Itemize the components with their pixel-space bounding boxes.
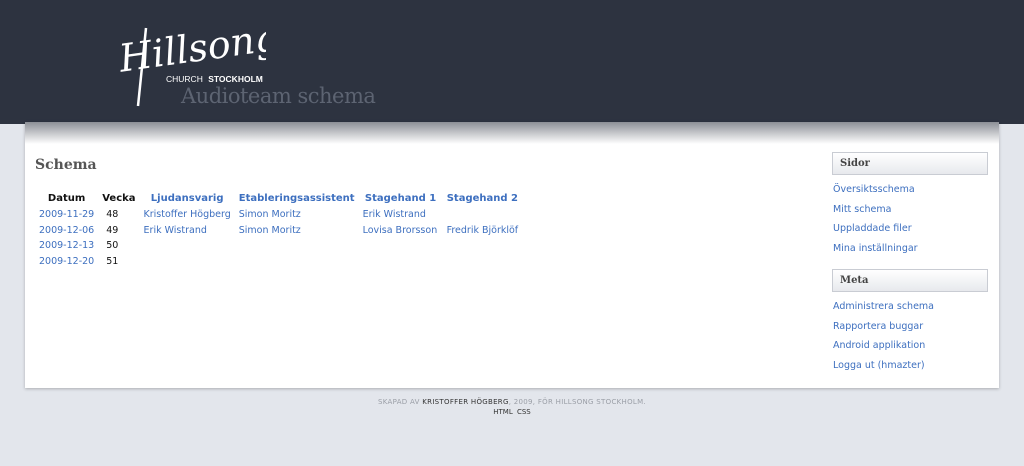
content-box: Schema Datum Vecka Ljudansvarig Etableri… (25, 122, 999, 388)
sidebar-link-rapportera-buggar[interactable]: Rapportera buggar (833, 321, 923, 332)
sidebar-link-logga-ut[interactable]: Logga ut (hmazter) (833, 360, 925, 371)
sidebar-item-mitt-schema: Mitt schema (833, 204, 918, 224)
sidebar-link-oversiktsschema[interactable]: Översiktsschema (833, 184, 915, 195)
table-row: 2009-11-29 48 Kristoffer Högberg Simon M… (35, 207, 522, 223)
footer-suffix: , 2009, för Hillsong Stockholm. (508, 398, 646, 406)
stagehand-2-cell[interactable] (443, 254, 523, 270)
schedule-table: Datum Vecka Ljudansvarig Etableringsassi… (35, 190, 522, 269)
sidebar-meta-heading: Meta (832, 269, 988, 292)
page-title: Schema (35, 157, 97, 173)
sidebar-pages-heading: Sidor (832, 152, 988, 175)
sidebar-item-rapportera-buggar: Rapportera buggar (833, 321, 934, 341)
sidebar-pages-list: Översiktsschema Mitt schema Uppladdade f… (833, 184, 918, 262)
sidebar-item-android-applikation: Android applikation (833, 340, 934, 360)
ljudansvarig-cell[interactable] (140, 254, 235, 270)
table-row: 2009-12-06 49 Erik Wistrand Simon Moritz… (35, 223, 522, 239)
etableringsassistent-cell[interactable]: Simon Moritz (235, 207, 359, 223)
sidebar-item-logga-ut: Logga ut (hmazter) (833, 360, 934, 380)
svg-text:CHURCH STOCKHOLM: CHURCH STOCKHOLM (166, 74, 263, 84)
week-cell: 50 (106, 240, 119, 252)
stagehand-1-cell[interactable]: Erik Wistrand (359, 207, 443, 223)
sidebar-item-mina-installningar: Mina inställningar (833, 243, 918, 263)
stagehand-2-cell[interactable] (443, 207, 523, 223)
column-header-datum: Datum (47, 193, 86, 204)
sidebar-item-administrera-schema: Administrera schema (833, 301, 934, 321)
site-title: Audioteam schema (181, 84, 376, 108)
footer-credit: Skapad av Kristoffer Högberg, 2009, för … (0, 398, 1024, 406)
stagehand-1-cell[interactable]: Lovisa Brorsson (359, 223, 443, 239)
column-header-etableringsassistent[interactable]: Etableringsassistent (235, 190, 359, 207)
column-header-vecka: Vecka (102, 193, 136, 204)
footer-author[interactable]: Kristoffer Högberg (422, 398, 508, 406)
footer-link-css[interactable]: CSS (517, 408, 531, 416)
etableringsassistent-cell[interactable] (235, 238, 359, 254)
ljudansvarig-cell[interactable] (140, 238, 235, 254)
logo-sub-stockholm: STOCKHOLM (208, 74, 263, 84)
sidebar-item-uppladdade-filer: Uppladdade filer (833, 223, 918, 243)
footer-prefix: Skapad av (378, 398, 420, 406)
date-link[interactable]: 2009-12-13 (35, 238, 98, 254)
sidebar-link-mitt-schema[interactable]: Mitt schema (833, 204, 891, 215)
stagehand-1-cell[interactable] (359, 254, 443, 270)
ljudansvarig-cell[interactable]: Kristoffer Högberg (140, 207, 235, 223)
footer-links: HTML CSS (0, 408, 1024, 416)
footer-link-html[interactable]: HTML (493, 408, 512, 416)
date-link[interactable]: 2009-11-29 (35, 207, 98, 223)
logo-sub-church: CHURCH (166, 74, 203, 84)
stagehand-2-cell[interactable]: Fredrik Björklöf (443, 223, 523, 239)
date-link[interactable]: 2009-12-20 (35, 254, 98, 270)
table-header-row: Datum Vecka Ljudansvarig Etableringsassi… (35, 190, 522, 207)
week-cell: 48 (106, 209, 119, 221)
column-header-stagehand-1[interactable]: Stagehand 1 (359, 190, 443, 207)
etableringsassistent-cell[interactable]: Simon Moritz (235, 223, 359, 239)
site-header: Hillsong CHURCH STOCKHOLM Audioteam sche… (0, 0, 1024, 124)
table-row: 2009-12-20 51 (35, 254, 522, 270)
date-link[interactable]: 2009-12-06 (35, 223, 98, 239)
sidebar-item-oversiktsschema: Översiktsschema (833, 184, 918, 204)
ljudansvarig-cell[interactable]: Erik Wistrand (140, 223, 235, 239)
stagehand-2-cell[interactable] (443, 238, 523, 254)
sidebar-link-administrera-schema[interactable]: Administrera schema (833, 301, 934, 312)
column-header-ljudansvarig[interactable]: Ljudansvarig (140, 190, 235, 207)
logo-wordmark: Hillsong (116, 20, 266, 81)
sidebar-link-uppladdade-filer[interactable]: Uppladdade filer (833, 223, 912, 234)
stagehand-1-cell[interactable] (359, 238, 443, 254)
etableringsassistent-cell[interactable] (235, 254, 359, 270)
week-cell: 49 (106, 224, 119, 236)
sidebar-meta-list: Administrera schema Rapportera buggar An… (833, 301, 934, 379)
sidebar-link-mina-installningar[interactable]: Mina inställningar (833, 243, 918, 254)
table-row: 2009-12-13 50 (35, 238, 522, 254)
sidebar-link-android-applikation[interactable]: Android applikation (833, 340, 925, 351)
week-cell: 51 (106, 255, 119, 267)
column-header-stagehand-2[interactable]: Stagehand 2 (443, 190, 523, 207)
